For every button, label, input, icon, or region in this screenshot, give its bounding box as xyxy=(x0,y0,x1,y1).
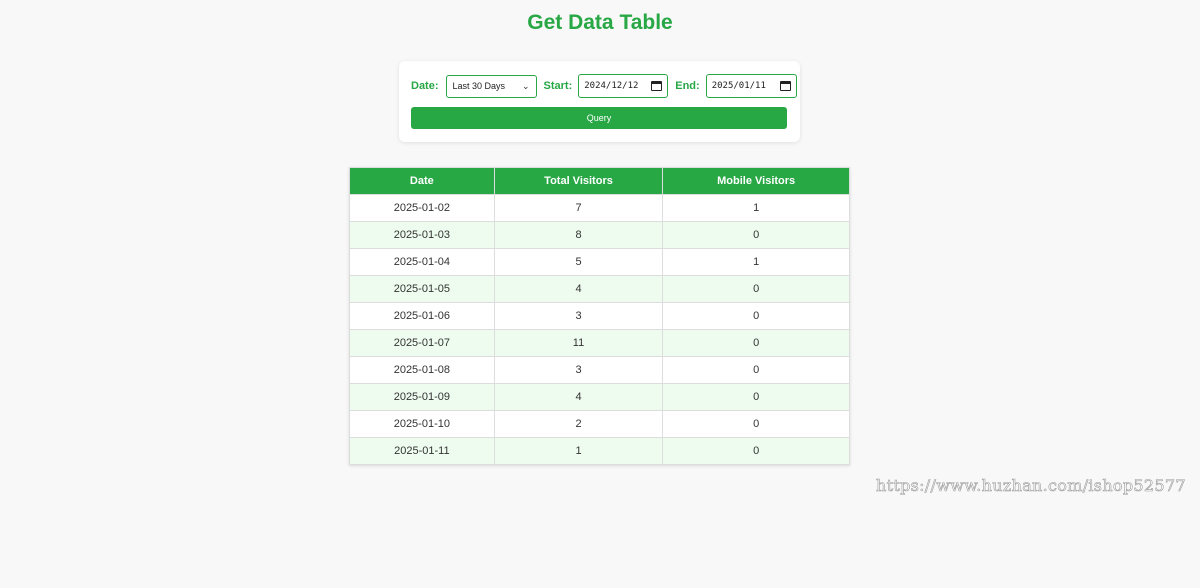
total-visitors-cell: 5 xyxy=(493,248,664,276)
column-header-mobile-visitors: Mobile Visitors xyxy=(662,167,850,195)
table-row: 2025-01-07 11 0 xyxy=(349,329,850,357)
total-visitors-cell: 2 xyxy=(493,410,664,438)
table-row: 2025-01-09 4 0 xyxy=(349,383,850,411)
table-row: 2025-01-10 2 0 xyxy=(349,410,850,438)
date-cell: 2025-01-05 xyxy=(349,275,495,303)
table-row: 2025-01-05 4 0 xyxy=(349,275,850,303)
column-header-date: Date xyxy=(349,167,495,195)
table-row: 2025-01-02 7 1 xyxy=(349,194,850,222)
mobile-visitors-cell: 1 xyxy=(662,194,850,222)
mobile-visitors-cell: 0 xyxy=(662,221,850,249)
query-button[interactable]: Query xyxy=(411,107,787,129)
total-visitors-cell: 4 xyxy=(493,275,664,303)
date-cell: 2025-01-03 xyxy=(349,221,495,249)
mobile-visitors-cell: 0 xyxy=(662,356,850,384)
table-row: 2025-01-11 1 0 xyxy=(349,437,850,465)
mobile-visitors-cell: 0 xyxy=(662,302,850,330)
total-visitors-cell: 7 xyxy=(493,194,664,222)
start-date-label: Start: xyxy=(543,80,573,92)
table-row: 2025-01-04 5 1 xyxy=(349,248,850,276)
calendar-icon[interactable] xyxy=(779,81,791,91)
mobile-visitors-cell: 0 xyxy=(662,383,850,411)
watermark: https://www.huzhan.com/ishop52577 xyxy=(876,476,1186,496)
total-visitors-cell: 4 xyxy=(493,383,664,411)
date-cell: 2025-01-08 xyxy=(349,356,495,384)
calendar-icon[interactable] xyxy=(651,81,663,91)
end-date-input[interactable]: 2025/01/11 xyxy=(705,74,797,98)
total-visitors-cell: 11 xyxy=(493,329,664,357)
date-cell: 2025-01-02 xyxy=(349,194,495,222)
date-cell: 2025-01-10 xyxy=(349,410,495,438)
table-row: 2025-01-08 3 0 xyxy=(349,356,850,384)
date-range-label: Date: xyxy=(411,80,439,92)
date-cell: 2025-01-09 xyxy=(349,383,495,411)
total-visitors-cell: 3 xyxy=(493,356,664,384)
mobile-visitors-cell: 0 xyxy=(662,275,850,303)
total-visitors-cell: 8 xyxy=(493,221,664,249)
date-cell: 2025-01-07 xyxy=(349,329,495,357)
page-title: Get Data Table xyxy=(527,11,673,34)
data-table: Date Total Visitors Mobile Visitors 2025… xyxy=(349,167,850,465)
column-header-total-visitors: Total Visitors xyxy=(493,167,664,195)
date-range-value: Last 30 Days xyxy=(452,81,506,91)
mobile-visitors-cell: 0 xyxy=(662,410,850,438)
table-header-row: Date Total Visitors Mobile Visitors xyxy=(349,167,850,195)
mobile-visitors-cell: 0 xyxy=(662,329,850,357)
date-cell: 2025-01-06 xyxy=(349,302,495,330)
total-visitors-cell: 1 xyxy=(493,437,664,465)
date-cell: 2025-01-04 xyxy=(349,248,495,276)
total-visitors-cell: 3 xyxy=(493,302,664,330)
start-date-value: 2024/12/12 xyxy=(584,81,639,91)
end-date-value: 2025/01/11 xyxy=(711,81,766,91)
chevron-down-icon: ⌄ xyxy=(521,80,530,91)
filter-row: Date: Last 30 Days ⌄ Start: 2024/12/12 E… xyxy=(411,74,797,98)
date-range-select[interactable]: Last 30 Days ⌄ xyxy=(445,74,537,98)
date-cell: 2025-01-11 xyxy=(349,437,495,465)
end-date-label: End: xyxy=(675,80,700,92)
filter-panel: Date: Last 30 Days ⌄ Start: 2024/12/12 E… xyxy=(399,61,800,142)
table-row: 2025-01-03 8 0 xyxy=(349,221,850,249)
mobile-visitors-cell: 1 xyxy=(662,248,850,276)
start-date-input[interactable]: 2024/12/12 xyxy=(578,74,669,98)
mobile-visitors-cell: 0 xyxy=(662,437,850,465)
table-row: 2025-01-06 3 0 xyxy=(349,302,850,330)
